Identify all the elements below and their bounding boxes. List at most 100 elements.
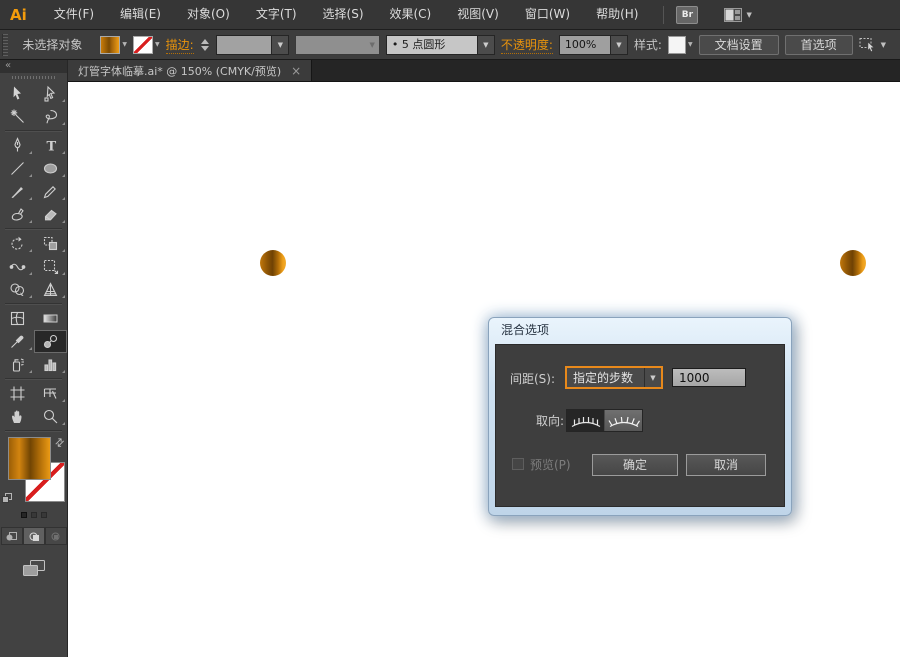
stroke-weight-stepper[interactable] xyxy=(200,39,211,51)
stroke-none-swatch[interactable] xyxy=(133,36,153,54)
stroke-weight-field[interactable] xyxy=(216,35,272,55)
tool-paintbrush[interactable] xyxy=(1,180,34,203)
tool-grid-group-4 xyxy=(0,307,67,376)
opacity-value[interactable]: 100% xyxy=(559,35,611,55)
tool-gradient[interactable] xyxy=(34,307,67,330)
chevron-down-icon[interactable]: ▼ xyxy=(645,374,661,382)
tool-blend[interactable] xyxy=(34,330,67,353)
stepper-down-icon[interactable] xyxy=(201,46,209,51)
tool-magic-wand[interactable] xyxy=(1,105,34,128)
screen-mode-control[interactable] xyxy=(0,559,67,578)
tool-perspective-grid[interactable] xyxy=(34,278,67,301)
tool-artboard[interactable] xyxy=(1,382,34,405)
align-to-path-button[interactable] xyxy=(605,410,642,431)
draw-inside-icon xyxy=(49,531,62,542)
stroke-color-control[interactable]: ▼ xyxy=(133,36,160,54)
style-dropdown[interactable]: ▼ xyxy=(668,36,693,54)
menu-window[interactable]: 窗口(W) xyxy=(512,0,583,30)
ellipse-tool-icon xyxy=(42,160,59,177)
tool-ellipse[interactable] xyxy=(34,157,67,180)
column-graph-tool-icon xyxy=(42,356,59,373)
default-fill-stroke-icon[interactable] xyxy=(2,493,13,504)
tool-blob-brush[interactable] xyxy=(1,203,34,226)
tool-zoom[interactable] xyxy=(34,405,67,428)
toolbar-collapse[interactable]: « xyxy=(0,60,67,73)
swap-fill-stroke-icon[interactable]: ⇄ xyxy=(52,435,68,451)
align-to-page-button[interactable] xyxy=(567,410,605,431)
stepper-up-icon[interactable] xyxy=(201,39,209,44)
document-tab[interactable]: 灯管字体临摹.ai* @ 150% (CMYK/预览) × xyxy=(68,60,312,81)
cancel-button[interactable]: 取消 xyxy=(686,454,766,476)
menu-view[interactable]: 视图(V) xyxy=(444,0,512,30)
tool-symbol-sprayer[interactable] xyxy=(1,353,34,376)
tool-width[interactable] xyxy=(1,255,34,278)
steps-input[interactable] xyxy=(672,368,746,387)
chevron-down-icon[interactable]: ▼ xyxy=(611,35,628,55)
none-button[interactable] xyxy=(41,512,47,518)
tool-free-transform[interactable] xyxy=(34,255,67,278)
fill-indicator-gradient[interactable] xyxy=(8,437,51,480)
opacity-panel-link[interactable]: 不透明度: xyxy=(501,36,553,54)
select-similar-control[interactable]: ▼ xyxy=(859,37,886,52)
menu-file[interactable]: 文件(F) xyxy=(41,0,107,30)
width-profile-dropdown[interactable]: ▼ xyxy=(295,35,379,55)
menu-type[interactable]: 文字(T) xyxy=(243,0,310,30)
opacity-dropdown[interactable]: 100% ▼ xyxy=(559,35,628,55)
draw-inside-button[interactable] xyxy=(45,527,67,545)
tool-direct-selection[interactable] xyxy=(34,82,67,105)
tool-line-segment[interactable] xyxy=(1,157,34,180)
toolbar-divider xyxy=(5,228,62,230)
document-setup-button[interactable]: 文档设置 xyxy=(699,35,779,55)
menu-select[interactable]: 选择(S) xyxy=(310,0,377,30)
chevron-down-icon[interactable]: ▼ xyxy=(478,35,495,55)
tab-close-icon[interactable]: × xyxy=(291,65,301,77)
tool-shape-builder[interactable] xyxy=(1,278,34,301)
chevron-down-icon[interactable]: ▼ xyxy=(881,41,886,49)
menu-object[interactable]: 对象(O) xyxy=(174,0,243,30)
tool-hand[interactable] xyxy=(1,405,34,428)
draw-behind-button[interactable] xyxy=(23,527,45,545)
stroke-panel-link[interactable]: 描边: xyxy=(166,36,194,54)
blend-anchor-circle-right[interactable] xyxy=(840,250,866,276)
preferences-button[interactable]: 首选项 xyxy=(785,35,853,55)
tool-rotate[interactable] xyxy=(1,232,34,255)
workspace-switcher[interactable]: ▼ xyxy=(724,8,751,22)
toolbar-grip[interactable] xyxy=(0,73,67,82)
free-transform-tool-icon xyxy=(42,258,59,275)
tool-eyedropper[interactable] xyxy=(1,330,34,353)
control-bar-grip[interactable] xyxy=(2,34,8,56)
draw-normal-button[interactable] xyxy=(1,527,23,545)
gradient-button[interactable] xyxy=(31,512,37,518)
color-button[interactable] xyxy=(21,512,27,518)
chevron-down-icon[interactable]: ▼ xyxy=(272,35,289,55)
blend-anchor-circle-left[interactable] xyxy=(260,250,286,276)
ok-button[interactable]: 确定 xyxy=(592,454,678,476)
tool-lasso[interactable] xyxy=(34,105,67,128)
preview-checkbox[interactable] xyxy=(512,458,524,470)
tool-type[interactable]: T xyxy=(34,134,67,157)
brush-dropdown[interactable]: • 5 点圆形 ▼ xyxy=(386,35,495,55)
tool-slice[interactable] xyxy=(34,382,67,405)
tool-pen[interactable] xyxy=(1,134,34,157)
fill-swatch[interactable] xyxy=(100,36,120,54)
menu-edit[interactable]: 编辑(E) xyxy=(107,0,174,30)
chevron-down-icon[interactable]: ▼ xyxy=(122,41,127,48)
tool-scale[interactable] xyxy=(34,232,67,255)
spacing-dropdown[interactable]: 指定的步数 ▼ xyxy=(565,366,663,389)
tool-mesh[interactable] xyxy=(1,307,34,330)
workspace-layout-icon xyxy=(724,8,742,22)
menu-help[interactable]: 帮助(H) xyxy=(583,0,651,30)
chevron-down-icon[interactable]: ▼ xyxy=(688,41,693,48)
tool-eraser[interactable] xyxy=(34,203,67,226)
tool-selection[interactable] xyxy=(1,82,34,105)
tool-column-graph[interactable] xyxy=(34,353,67,376)
fill-color-control[interactable]: ▼ xyxy=(100,36,127,54)
toolbar-divider xyxy=(5,378,62,380)
chevron-down-icon[interactable]: ▼ xyxy=(155,41,160,48)
style-swatch[interactable] xyxy=(668,36,686,54)
bridge-icon[interactable]: Br xyxy=(676,6,698,24)
stroke-weight-dropdown[interactable]: ▼ xyxy=(216,35,289,55)
brush-value[interactable]: • 5 点圆形 xyxy=(386,35,478,55)
tool-pencil[interactable] xyxy=(34,180,67,203)
menu-effect[interactable]: 效果(C) xyxy=(377,0,445,30)
